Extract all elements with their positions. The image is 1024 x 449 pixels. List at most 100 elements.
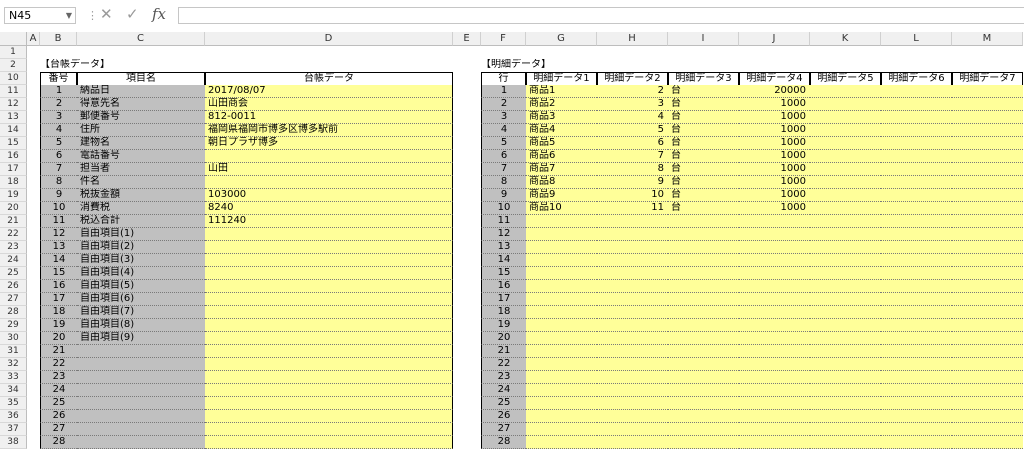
detail-data5-cell[interactable] (810, 124, 881, 137)
detail-data1-cell[interactable] (526, 319, 597, 332)
detail-data1-cell[interactable] (526, 358, 597, 371)
detail-data1-cell[interactable] (526, 306, 597, 319)
chevron-down-icon[interactable]: ▼ (66, 8, 72, 23)
detail-data3-cell[interactable] (668, 280, 739, 293)
detail-data1-cell[interactable]: 商品8 (526, 176, 597, 189)
detail-data2-cell[interactable] (597, 293, 668, 306)
detail-data1-cell[interactable] (526, 254, 597, 267)
detail-data7-cell[interactable] (952, 397, 1023, 410)
formula-input[interactable] (178, 7, 1024, 24)
column-header-b[interactable]: B (40, 32, 77, 46)
detail-data7-cell[interactable] (952, 124, 1023, 137)
column-header-j[interactable]: J (739, 32, 810, 46)
detail-data1-cell[interactable] (526, 423, 597, 436)
ledger-value-cell[interactable] (205, 384, 453, 397)
detail-data3-cell[interactable] (668, 397, 739, 410)
row-header-18[interactable]: 18 (0, 176, 27, 189)
detail-data3-cell[interactable] (668, 423, 739, 436)
detail-data3-cell[interactable] (668, 332, 739, 345)
detail-data7-cell[interactable] (952, 306, 1023, 319)
detail-data6-cell[interactable] (881, 150, 952, 163)
detail-data3-cell[interactable]: 台 (668, 98, 739, 111)
detail-data2-cell[interactable] (597, 254, 668, 267)
ledger-value-cell[interactable] (205, 332, 453, 345)
detail-data7-cell[interactable] (952, 371, 1023, 384)
detail-data5-cell[interactable] (810, 85, 881, 98)
detail-data5-cell[interactable] (810, 306, 881, 319)
detail-data7-cell[interactable] (952, 293, 1023, 306)
detail-data3-cell[interactable]: 台 (668, 176, 739, 189)
detail-data4-cell[interactable]: 1000 (739, 137, 810, 150)
detail-data4-cell[interactable] (739, 345, 810, 358)
detail-data2-cell[interactable] (597, 215, 668, 228)
detail-data2-cell[interactable] (597, 410, 668, 423)
detail-data3-cell[interactable]: 台 (668, 202, 739, 215)
detail-data6-cell[interactable] (881, 163, 952, 176)
detail-data3-cell[interactable] (668, 241, 739, 254)
row-header-1[interactable]: 1 (0, 46, 27, 59)
detail-data3-cell[interactable] (668, 384, 739, 397)
detail-data4-cell[interactable]: 1000 (739, 189, 810, 202)
ledger-value-cell[interactable] (205, 345, 453, 358)
detail-data3-cell[interactable]: 台 (668, 137, 739, 150)
detail-data1-cell[interactable] (526, 267, 597, 280)
detail-data7-cell[interactable] (952, 111, 1023, 124)
detail-data7-cell[interactable] (952, 176, 1023, 189)
detail-data6-cell[interactable] (881, 358, 952, 371)
detail-data2-cell[interactable] (597, 228, 668, 241)
ledger-value-cell[interactable] (205, 319, 453, 332)
row-header-14[interactable]: 14 (0, 124, 27, 137)
detail-data1-cell[interactable]: 商品2 (526, 98, 597, 111)
detail-data5-cell[interactable] (810, 319, 881, 332)
detail-data7-cell[interactable] (952, 332, 1023, 345)
detail-data6-cell[interactable] (881, 306, 952, 319)
detail-data7-cell[interactable] (952, 98, 1023, 111)
detail-data1-cell[interactable] (526, 332, 597, 345)
detail-data7-cell[interactable] (952, 189, 1023, 202)
detail-data5-cell[interactable] (810, 176, 881, 189)
ledger-value-cell[interactable] (205, 267, 453, 280)
detail-data5-cell[interactable] (810, 397, 881, 410)
detail-data1-cell[interactable]: 商品4 (526, 124, 597, 137)
ledger-value-cell[interactable] (205, 397, 453, 410)
detail-data4-cell[interactable]: 1000 (739, 176, 810, 189)
detail-data7-cell[interactable] (952, 137, 1023, 150)
detail-data4-cell[interactable] (739, 371, 810, 384)
row-header-35[interactable]: 35 (0, 397, 27, 410)
detail-data6-cell[interactable] (881, 124, 952, 137)
detail-data5-cell[interactable] (810, 150, 881, 163)
detail-data3-cell[interactable]: 台 (668, 163, 739, 176)
row-header-16[interactable]: 16 (0, 150, 27, 163)
detail-data2-cell[interactable]: 2 (597, 85, 668, 98)
detail-data1-cell[interactable] (526, 293, 597, 306)
row-header-17[interactable]: 17 (0, 163, 27, 176)
detail-data6-cell[interactable] (881, 423, 952, 436)
detail-data6-cell[interactable] (881, 85, 952, 98)
detail-data3-cell[interactable] (668, 371, 739, 384)
detail-data3-cell[interactable] (668, 358, 739, 371)
detail-data6-cell[interactable] (881, 202, 952, 215)
detail-data1-cell[interactable]: 商品5 (526, 137, 597, 150)
row-header-31[interactable]: 31 (0, 345, 27, 358)
ledger-value-cell[interactable] (205, 293, 453, 306)
detail-data5-cell[interactable] (810, 215, 881, 228)
ledger-value-cell[interactable] (205, 241, 453, 254)
row-header-24[interactable]: 24 (0, 254, 27, 267)
detail-data7-cell[interactable] (952, 267, 1023, 280)
detail-data2-cell[interactable]: 3 (597, 98, 668, 111)
detail-data1-cell[interactable] (526, 436, 597, 449)
detail-data2-cell[interactable] (597, 280, 668, 293)
ledger-value-cell[interactable]: 111240 (205, 215, 453, 228)
detail-data4-cell[interactable] (739, 436, 810, 449)
detail-data5-cell[interactable] (810, 293, 881, 306)
insert-function-icon[interactable]: fx (152, 5, 166, 23)
row-header-21[interactable]: 21 (0, 215, 27, 228)
row-header-32[interactable]: 32 (0, 358, 27, 371)
column-header-k[interactable]: K (810, 32, 881, 46)
detail-data5-cell[interactable] (810, 98, 881, 111)
detail-data5-cell[interactable] (810, 202, 881, 215)
detail-data7-cell[interactable] (952, 254, 1023, 267)
detail-data2-cell[interactable] (597, 397, 668, 410)
detail-data4-cell[interactable] (739, 397, 810, 410)
detail-data5-cell[interactable] (810, 280, 881, 293)
